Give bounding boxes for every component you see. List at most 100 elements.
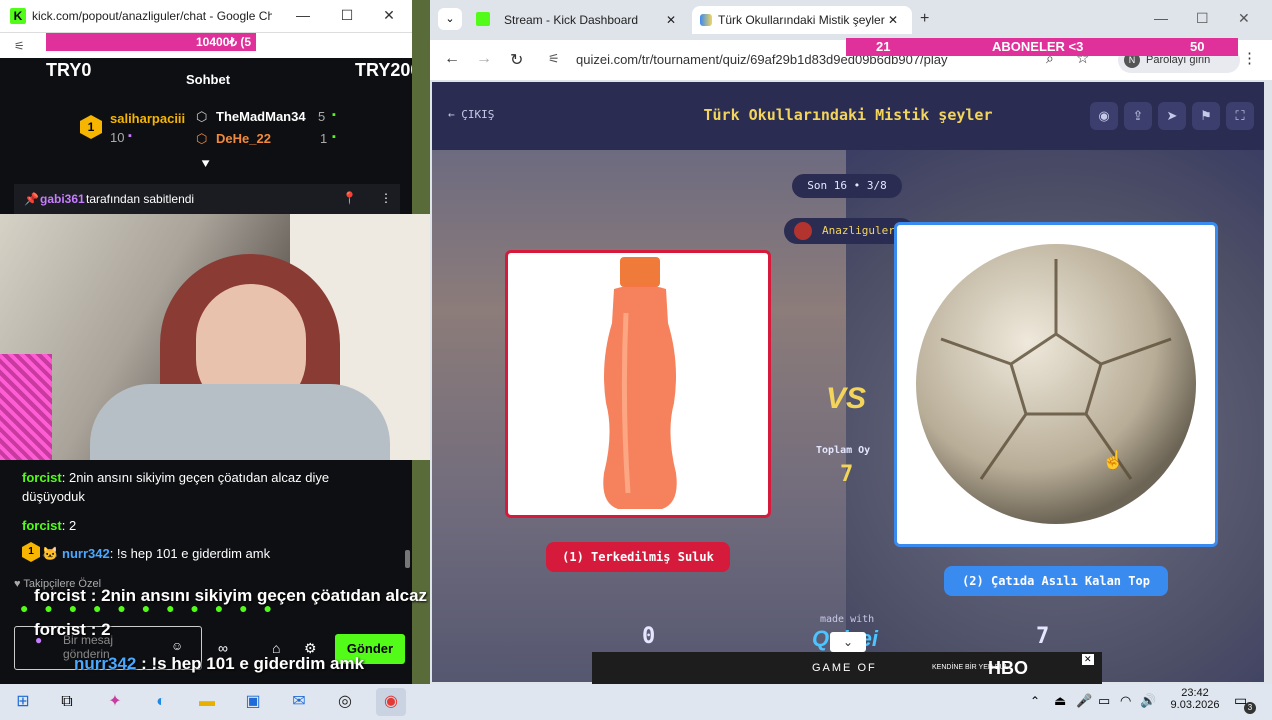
- reload-icon[interactable]: ↻: [510, 50, 523, 70]
- webcam-video: [0, 214, 436, 460]
- new-tab-icon[interactable]: +: [920, 10, 929, 28]
- minimize-icon[interactable]: —: [290, 4, 316, 28]
- unpin-icon[interactable]: 📍: [342, 191, 357, 205]
- ad-title: GAME OF: [812, 662, 877, 674]
- right-amount: TRY2000: [355, 60, 412, 80]
- pin-icon: 📌: [24, 192, 39, 206]
- forward-icon[interactable]: →: [476, 50, 492, 68]
- made-with-label: made with: [820, 614, 875, 625]
- share-icon[interactable]: ⇪: [1124, 102, 1152, 130]
- eye-icon[interactable]: ◉: [1090, 102, 1118, 130]
- collapse-icon[interactable]: ⯆: [200, 156, 211, 173]
- clock[interactable]: 23:42 9.03.2026: [1166, 687, 1224, 711]
- hbo-ad-banner[interactable]: GAME OF KENDİNE BİR YER BUL HBO ✕: [592, 652, 1102, 684]
- chat-title: Sohbet: [186, 72, 231, 87]
- chat-username[interactable]: forcist: [22, 518, 62, 533]
- gift-icon: ▪: [128, 130, 132, 142]
- donation-progress-bar: 10400₺ (5: [46, 33, 256, 51]
- show-hidden-icons-icon[interactable]: ⌃: [1030, 694, 1040, 708]
- pink-lamp: [0, 354, 52, 460]
- overlay-message: forcist : 2: [34, 620, 111, 639]
- chrome-icon[interactable]: ◉: [376, 688, 406, 716]
- chat-scrollbar[interactable]: [405, 550, 410, 568]
- ad-close-icon[interactable]: ✕: [1082, 654, 1094, 665]
- option-1-card[interactable]: [505, 250, 771, 518]
- edge-icon[interactable]: ◐: [146, 688, 176, 716]
- obs-icon[interactable]: ◎: [330, 688, 360, 716]
- rank-2-icon: ⬡: [196, 109, 208, 124]
- vs-icon: VS: [826, 382, 867, 415]
- leader-name-1[interactable]: saliharpaciii: [110, 111, 185, 126]
- rank-3-icon: ⬡: [196, 131, 208, 146]
- close-tab-icon[interactable]: ✕: [888, 6, 898, 34]
- file-explorer-icon[interactable]: ▬: [192, 688, 222, 716]
- chat-username[interactable]: nurr342: [62, 546, 110, 561]
- chat-username[interactable]: forcist: [22, 470, 62, 485]
- usb-icon[interactable]: ⏏: [1054, 693, 1066, 709]
- water-bottle-image: [603, 257, 677, 509]
- store-icon[interactable]: ▣: [238, 688, 268, 716]
- option-1-label[interactable]: (1) Terkedilmiş Suluk: [546, 542, 730, 572]
- maximize-icon[interactable]: ☐: [1196, 10, 1209, 27]
- volume-icon[interactable]: 🔊: [1140, 693, 1156, 709]
- battery-icon[interactable]: ▭: [1098, 693, 1110, 709]
- popout-title: kick.com/popout/anazliguler/chat - Googl…: [32, 9, 272, 23]
- minimize-icon[interactable]: —: [1154, 10, 1168, 26]
- menu-icon[interactable]: ⋮: [1242, 49, 1257, 67]
- windows-taskbar: ⊞ ⧉ ✦ ◐ ▬ ▣ ✉ ◎ ◉ ⌃ ⏏ 🎤 ▭ ◠ 🔊 23:42 9.03…: [0, 684, 1272, 720]
- leader-count-2: 5: [318, 109, 326, 124]
- task-view-icon[interactable]: ⧉: [52, 688, 82, 716]
- leader-name-3[interactable]: DeHe_22: [216, 131, 271, 146]
- start-icon[interactable]: ⊞: [8, 688, 38, 716]
- streamer-hoodie: [90, 384, 390, 460]
- more-options-icon[interactable]: ⋮: [380, 191, 392, 205]
- site-settings-icon[interactable]: ⚟: [14, 39, 25, 53]
- mouse-cursor-icon: ☝: [1102, 450, 1125, 470]
- hbo-logo: HBO: [988, 658, 1028, 678]
- chat-header: TRY0 Sohbet TRY2000: [0, 58, 412, 102]
- rank-1-badge: 1: [22, 542, 40, 562]
- chat-text: : !s hep 101 e giderdim amk: [109, 546, 271, 561]
- notification-count: 3: [1244, 702, 1256, 714]
- gift-icon: ▪: [332, 109, 336, 121]
- back-icon[interactable]: ←: [444, 50, 460, 68]
- send-icon[interactable]: ➤: [1158, 102, 1186, 130]
- subscriber-goal-bar: 21 ABONELER <3 50: [846, 38, 1238, 56]
- left-amount: TRY0: [46, 60, 92, 80]
- site-settings-icon[interactable]: ⚟: [548, 51, 560, 67]
- pinned-message-bar: 📌 gabi361 tarafından sabitlendi 📍 ⋮: [14, 184, 400, 214]
- emoji-icon[interactable]: ☺: [171, 639, 183, 653]
- maximize-icon[interactable]: ☐: [334, 4, 360, 28]
- clock-date: 9.03.2026: [1170, 699, 1220, 711]
- pinned-by-suffix: tarafından sabitlendi: [86, 192, 195, 206]
- quiz-page: ← ÇIKIŞ Türk Okullarındaki Mistik şeyler…: [432, 82, 1264, 682]
- close-icon[interactable]: ✕: [376, 4, 402, 28]
- pinned-by-user[interactable]: gabi361: [40, 192, 85, 206]
- microphone-icon[interactable]: 🎤: [1076, 693, 1092, 709]
- wifi-icon[interactable]: ◠: [1120, 693, 1131, 709]
- popout-titlebar: K kick.com/popout/anazliguler/chat - Goo…: [0, 0, 412, 32]
- cracked-ball-image: [916, 244, 1196, 524]
- tab-kick-dashboard[interactable]: Stream - Kick Dashboard ✕: [470, 6, 690, 34]
- option-2-card[interactable]: [894, 222, 1218, 547]
- copilot-icon[interactable]: ✦: [100, 688, 130, 716]
- overlay-message: nurr342 : !s hep 101 e giderdim amk: [74, 654, 365, 673]
- gift-icon: ▪: [332, 131, 336, 143]
- leader-count-3: 1: [320, 131, 328, 146]
- leader-name-2[interactable]: TheMadMan34: [216, 109, 306, 124]
- leader-count-1: 10: [110, 130, 125, 145]
- gift-leaderboard: 1 saliharpaciii 10 ▪ ⬡ TheMadMan34 5 ▪ ⬡…: [0, 102, 412, 162]
- heart-icon: ♥: [14, 578, 24, 590]
- tab-search-icon[interactable]: ⌄: [438, 8, 462, 30]
- chevron-down-icon[interactable]: ⌄: [830, 632, 866, 652]
- flag-icon[interactable]: ⚑: [1192, 102, 1220, 130]
- fullscreen-icon[interactable]: ⛶: [1226, 102, 1254, 130]
- close-tab-icon[interactable]: ✕: [666, 6, 676, 34]
- creator-avatar: [794, 222, 812, 240]
- mail-icon[interactable]: ✉: [284, 688, 314, 716]
- tab-quiz[interactable]: Türk Okullarındaki Mistik şeyler ✕: [692, 6, 912, 34]
- close-icon[interactable]: ✕: [1238, 10, 1250, 27]
- option-2-label[interactable]: (2) Çatıda Asılı Kalan Top: [944, 566, 1168, 596]
- round-indicator: Son 16 • 3/8: [792, 174, 902, 198]
- cat-emote-icon: 🐱: [42, 546, 59, 561]
